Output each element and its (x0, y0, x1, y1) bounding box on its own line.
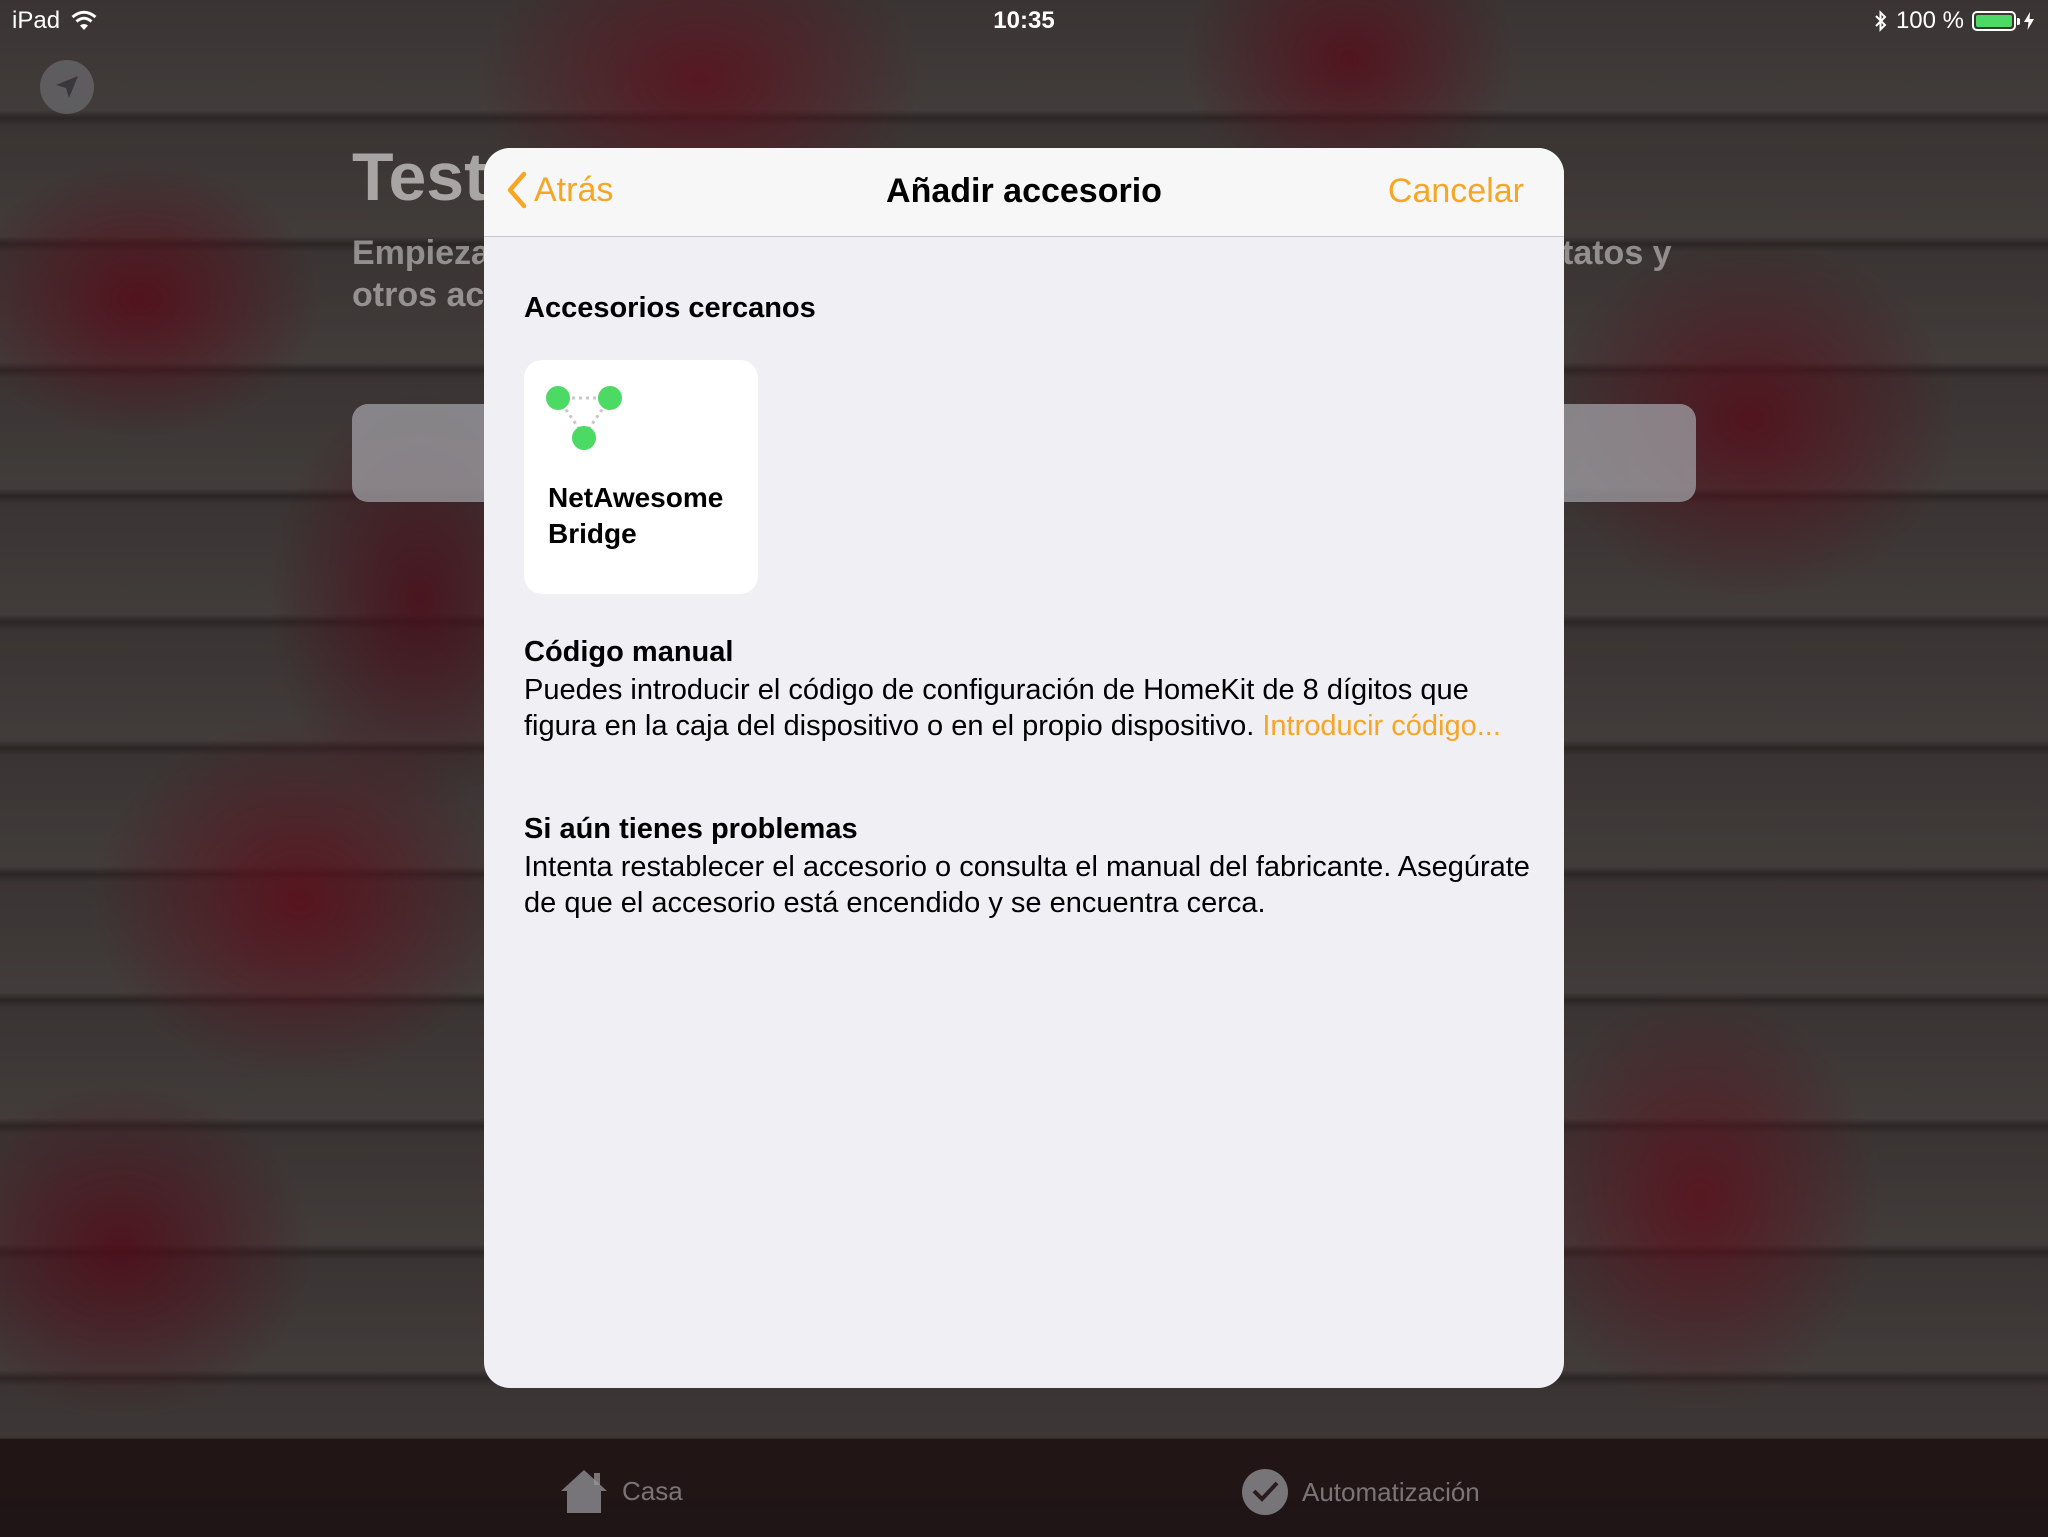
charging-icon (2024, 12, 2034, 30)
home-title: Test (352, 139, 487, 215)
tab-casa[interactable]: Casa (558, 1467, 683, 1515)
manual-code-heading: Código manual (524, 636, 734, 668)
nearby-heading: Accesorios cercanos (524, 292, 816, 324)
accessory-name: NetAwesome Bridge (548, 482, 724, 549)
accessory-tile[interactable]: NetAwesome Bridge (524, 360, 758, 594)
sheet-navbar: Atrás Añadir accesorio Cancelar (484, 148, 1564, 237)
battery-level (1976, 15, 2012, 27)
status-right: 100 % (1874, 7, 2034, 35)
status-time: 10:35 (993, 7, 1055, 34)
status-bar: iPad 10:35 100 % (0, 0, 2048, 40)
bluetooth-icon (1875, 10, 1887, 32)
home-subtitle-line1-right: tatos y (1562, 234, 1672, 272)
manual-code-text: Puedes introducir el código de configura… (524, 672, 1534, 744)
add-accessory-sheet: Atrás Añadir accesorio Cancelar Accesori… (484, 148, 1564, 1388)
tab-casa-label: Casa (622, 1475, 683, 1506)
automation-icon (1242, 1469, 1288, 1515)
troubleshoot-text: Intenta restablecer el accesorio o consu… (524, 851, 1530, 919)
battery-icon (1972, 11, 2020, 31)
house-icon (561, 1470, 607, 1513)
enter-code-link[interactable]: Introducir código... (1262, 710, 1501, 742)
location-button[interactable] (40, 60, 94, 114)
battery-percent: 100 % (1895, 7, 1964, 34)
tab-automatizacion[interactable]: Automatización (1240, 1467, 1480, 1517)
location-arrow-icon (56, 76, 78, 98)
bridge-icon (546, 386, 622, 450)
troubleshoot-heading: Si aún tienes problemas (524, 813, 858, 845)
tab-bar: Casa Automatización (0, 1438, 2048, 1537)
tab-automatizacion-label: Automatización (1302, 1476, 1480, 1507)
cancel-button[interactable]: Cancelar (1388, 172, 1524, 211)
